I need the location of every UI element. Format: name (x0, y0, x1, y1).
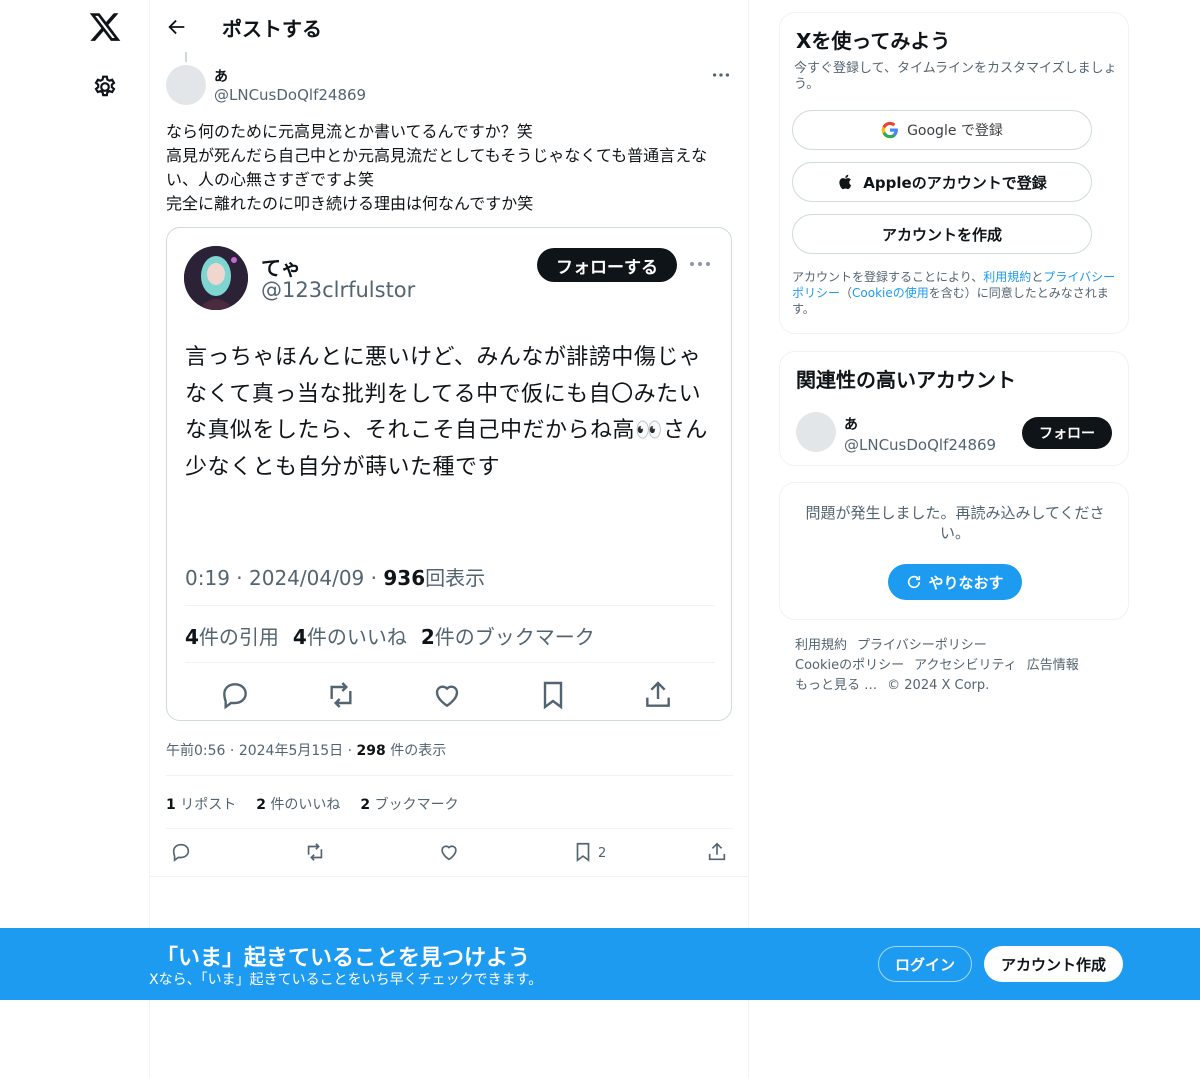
embed-handle: @123clrfulstor (261, 278, 416, 302)
bookmark-icon (543, 681, 563, 710)
footer-link[interactable]: 利用規約 (795, 638, 847, 653)
embed-name: てゃ (261, 256, 301, 280)
heart-icon[interactable] (438, 841, 460, 863)
arrow-left-icon[interactable] (166, 16, 188, 38)
repost-icon[interactable] (304, 841, 326, 863)
banner-title: 「いま」起きていることを見つけよう (156, 946, 531, 971)
author-name[interactable]: あ (214, 66, 228, 86)
related-accounts-card: 関連性の高いアカウント あ @LNCusDoQlf24869 フォロー (779, 351, 1129, 466)
page-title: ポストする (222, 17, 322, 41)
reply-icon[interactable] (170, 841, 192, 863)
footer-link[interactable]: プライバシーポリシー (857, 638, 987, 653)
post-text: なら何のために元高見流とか書いてるんですか？笑 高見が死んだら自己中とか元高見流… (166, 122, 708, 213)
divider (185, 662, 715, 663)
footer-links: 利用規約 プライバシーポリシー Cookieのポリシー アクセシビリティ 広告情報 も… (795, 636, 1115, 696)
main-column: ポストする あ @LNCusDoQlf24869 なら何のために元高見流とか書い… (150, 0, 749, 1078)
avatar[interactable] (796, 412, 836, 452)
likes-stat[interactable]: 2 件のいいね (256, 794, 340, 814)
embed-stats: 4件の引用 4件のいいね 2件のブックマーク (185, 625, 595, 649)
related-handle[interactable]: @LNCusDoQlf24869 (844, 436, 996, 454)
divider (166, 775, 733, 776)
copyright: © 2024 X Corp. (887, 678, 990, 693)
more-icon (690, 262, 710, 266)
google-signup-button[interactable]: Google で登録 (792, 110, 1092, 150)
x-logo-icon[interactable] (88, 10, 122, 44)
post-stats: 1 リポスト 2 件のいいね 2 ブックマーク (166, 794, 459, 814)
apple-signup-button[interactable]: Appleのアカウントで登録 (792, 162, 1092, 202)
heart-icon (435, 685, 459, 708)
footer-link[interactable]: 広告情報 (1027, 658, 1079, 673)
footer-link[interactable]: Cookieのポリシー (795, 658, 904, 673)
google-icon (881, 121, 898, 139)
more-icon[interactable] (710, 64, 732, 86)
banner-subtitle: Xなら、「いま」起きていることをいち早くチェックできます。 (149, 972, 543, 988)
divider (185, 605, 715, 606)
refresh-icon (908, 575, 921, 589)
embed-avatar (184, 246, 248, 310)
author-handle[interactable]: @LNCusDoQlf24869 (214, 86, 366, 104)
retry-button[interactable]: やりなおす (888, 564, 1022, 600)
embed-meta: 0:19 · 2024/04/09 · 936回表示 (185, 566, 486, 590)
signup-title: Xを使ってみよう (796, 29, 951, 53)
bookmark-count: 2 (598, 846, 607, 861)
signup-button[interactable]: アカウント作成 (984, 946, 1123, 982)
footer-link[interactable]: もっと見る … (795, 678, 877, 693)
bookmarks-stat[interactable]: 2 ブックマーク (360, 794, 458, 814)
reposts-stat[interactable]: 1 リポスト (166, 794, 236, 814)
left-nav (0, 0, 150, 1078)
embed-follow-button: フォローする (537, 248, 677, 282)
footer-link[interactable]: アクセシビリティ (914, 658, 1017, 673)
login-banner: 「いま」起きていることを見つけよう Xなら、「いま」起きていることをいち早くチェ… (0, 928, 1200, 1000)
signup-terms: アカウントを登録することにより、利用規約とプライバシーポリシー（Cookieの使… (792, 270, 1116, 316)
thread-line (185, 52, 187, 62)
repost-icon (330, 682, 352, 708)
error-card: 問題が発生しました。再読み込みしてください。 やりなおす (779, 482, 1129, 620)
avatar[interactable] (166, 65, 206, 105)
error-message: 問題が発生しました。再読み込みしてください。 (805, 504, 1105, 542)
anime-avatar-icon (184, 246, 248, 310)
post-timestamp[interactable]: 午前0:56 · 2024年5月15日 · 298 件の表示 (166, 740, 446, 760)
signup-subtitle: 今すぐ登録して、タイムラインをカスタマイズしましょう。 (794, 61, 1117, 92)
apple-icon (839, 174, 852, 190)
related-name[interactable]: あ (844, 414, 858, 434)
attached-image[interactable]: てゃ @123clrfulstor フォローする 言っちゃほんとに悪いけど、みん… (166, 227, 732, 721)
bookmark-icon[interactable] (572, 841, 594, 863)
cookie-link[interactable]: Cookieの使用 (852, 286, 929, 300)
gear-icon[interactable] (92, 74, 118, 100)
share-icon (646, 681, 670, 707)
signup-card: Xを使ってみよう 今すぐ登録して、タイムラインをカスタマイズしましょう。 Goo… (779, 12, 1129, 334)
embed-text: 言っちゃほんとに悪いけど、みんなが誹謗中傷じゃなくて真っ当な批判をしてる中で仮に… (185, 345, 708, 480)
divider (150, 876, 749, 877)
related-title: 関連性の高いアカウント (796, 368, 1016, 392)
login-button[interactable]: ログイン (878, 946, 972, 982)
create-account-button[interactable]: アカウントを作成 (792, 214, 1092, 254)
share-icon[interactable] (706, 841, 728, 863)
reply-icon (223, 683, 247, 710)
follow-button[interactable]: フォロー (1022, 417, 1112, 449)
divider (166, 828, 733, 829)
terms-link[interactable]: 利用規約 (983, 270, 1031, 284)
